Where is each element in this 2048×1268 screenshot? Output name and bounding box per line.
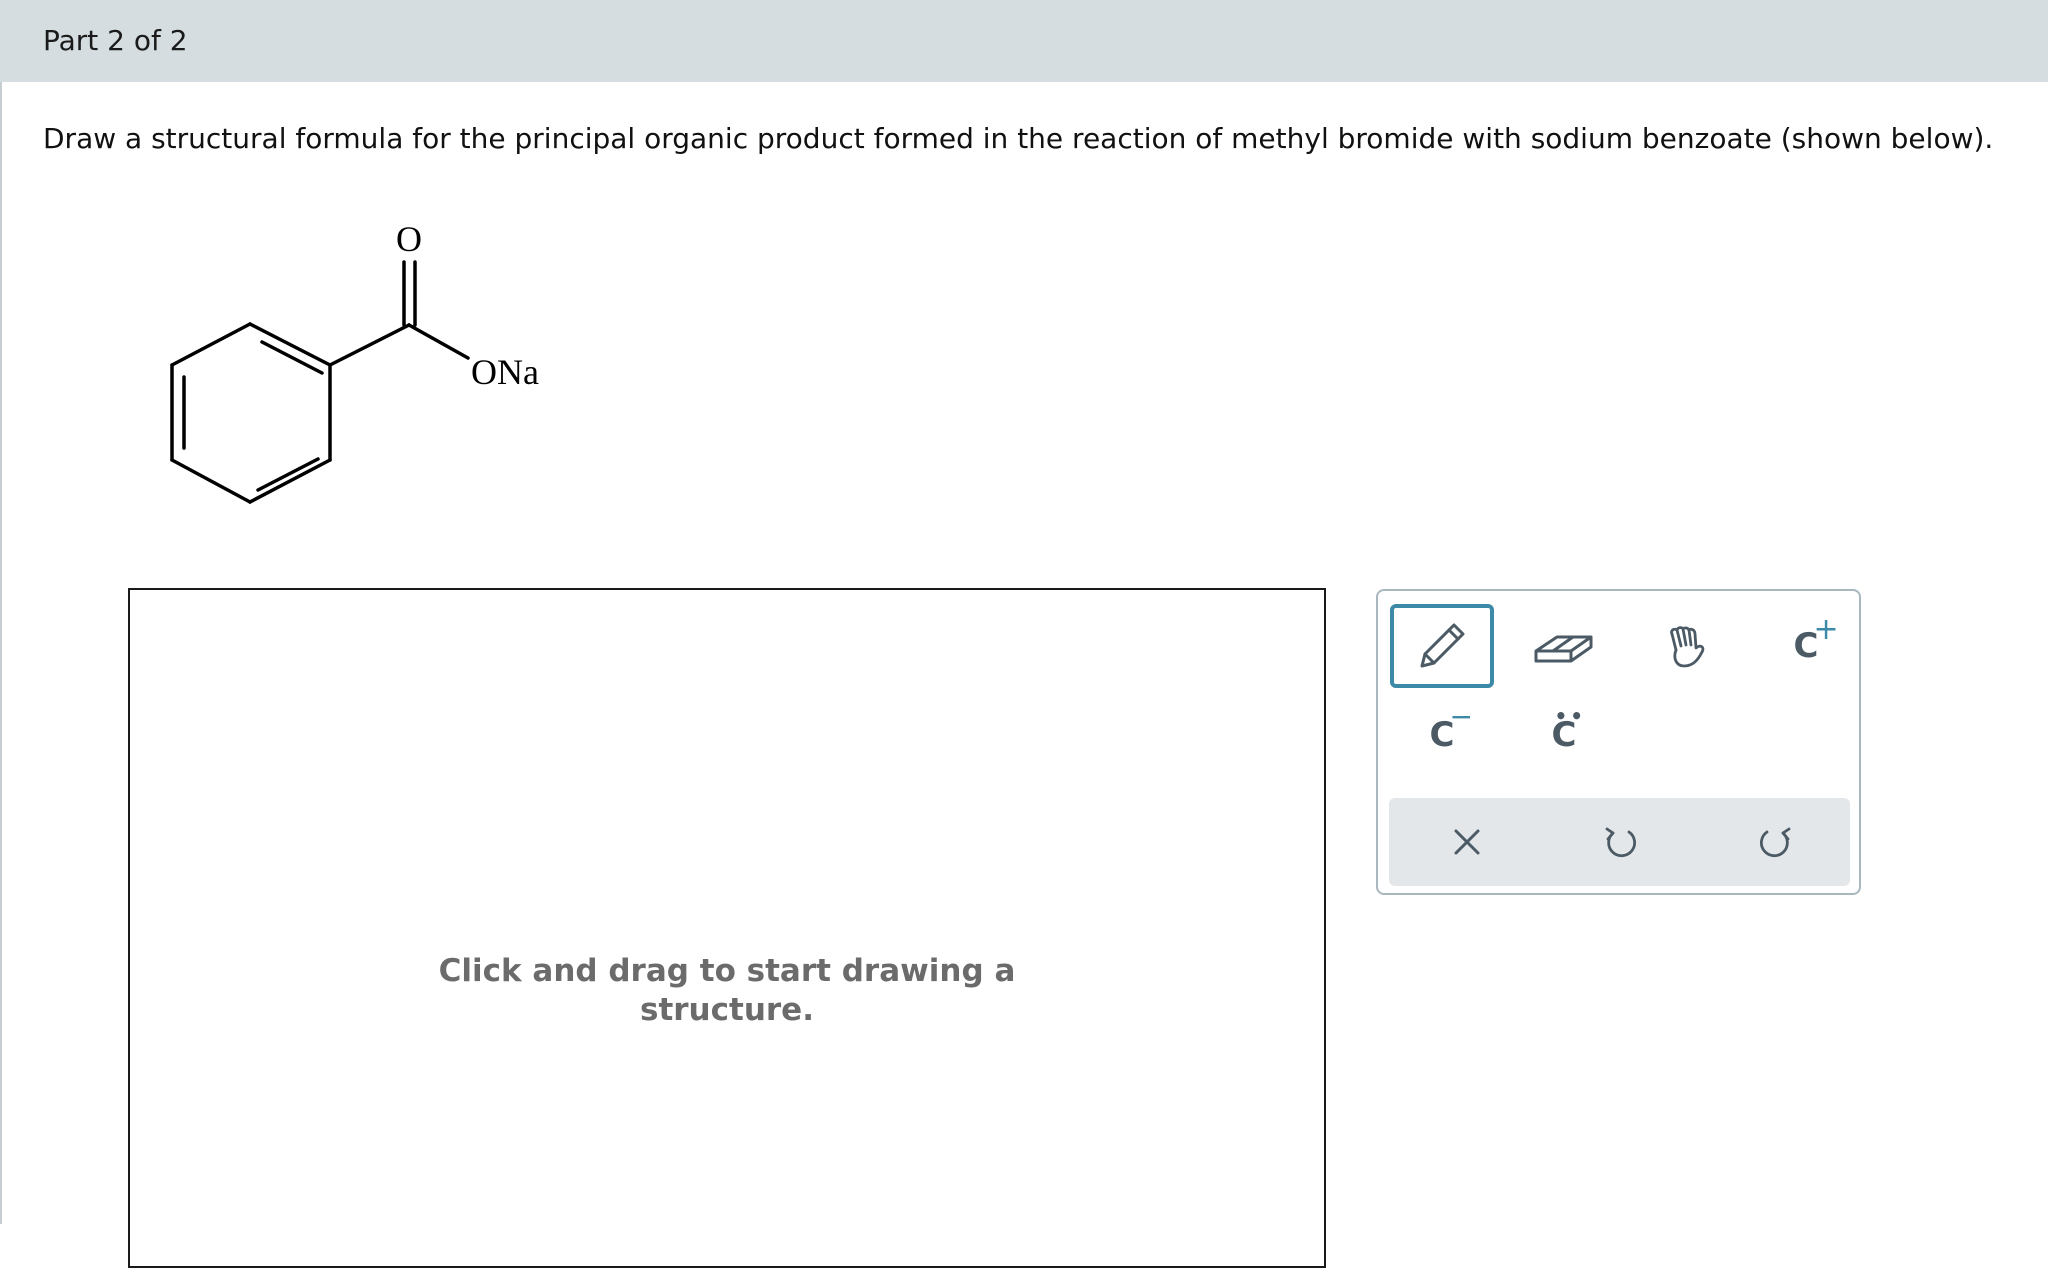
part-label: Part 2 of 2	[43, 24, 188, 57]
carboxylate-bond	[407, 323, 470, 360]
eraser-icon	[1534, 635, 1593, 663]
charge-sign: −	[1449, 700, 1473, 733]
pencil-tool-button[interactable]	[1390, 604, 1494, 688]
hand-tool-button[interactable]	[1636, 604, 1740, 688]
carbonyl-bond	[328, 323, 411, 367]
negative-charge-icon: C −	[1430, 703, 1473, 753]
left-border	[0, 82, 2, 1224]
question-text: Draw a structural formula for the princi…	[43, 122, 1994, 155]
positive-charge-button[interactable]: C +	[1754, 604, 1858, 688]
clear-icon	[1454, 829, 1480, 855]
drawing-toolbox: C + C − C ••	[1376, 589, 1861, 895]
undo-icon	[1605, 827, 1637, 858]
canvas-hint-line: Click and drag to start drawing a	[438, 953, 1016, 989]
canvas-hint-line: structure.	[640, 992, 814, 1028]
clear-button[interactable]	[1407, 798, 1527, 886]
eraser-tool-button[interactable]	[1512, 604, 1616, 688]
redo-icon	[1759, 827, 1791, 858]
drawing-canvas[interactable]: Click and drag to start drawing a struct…	[128, 588, 1326, 1268]
charge-sign: +	[1813, 612, 1839, 647]
ring-bond	[248, 322, 332, 367]
pencil-icon	[1420, 623, 1465, 668]
positive-charge-icon: C +	[1794, 615, 1839, 664]
ring-double-bond	[256, 457, 320, 492]
canvas-hint: Click and drag to start drawing a struct…	[130, 952, 1324, 1030]
redo-button[interactable]	[1715, 798, 1835, 886]
lone-pair-icon: C ••	[1552, 706, 1584, 752]
sodium-benzoate-structure: O ONa	[170, 219, 539, 504]
hand-icon	[1670, 626, 1705, 668]
salt-label: ONa	[471, 352, 539, 392]
lone-pair-dots: ••	[1554, 704, 1587, 728]
part-header: Part 2 of 2	[0, 0, 2048, 82]
negative-charge-button[interactable]: C −	[1390, 693, 1494, 777]
ring-bond	[170, 458, 252, 504]
ring-bond	[170, 322, 252, 367]
ring-bond	[248, 458, 332, 504]
lone-pair-button[interactable]: C ••	[1512, 693, 1616, 777]
action-tray	[1389, 798, 1850, 886]
undo-button[interactable]	[1561, 798, 1681, 886]
carbonyl-oxygen-label: O	[396, 219, 422, 259]
